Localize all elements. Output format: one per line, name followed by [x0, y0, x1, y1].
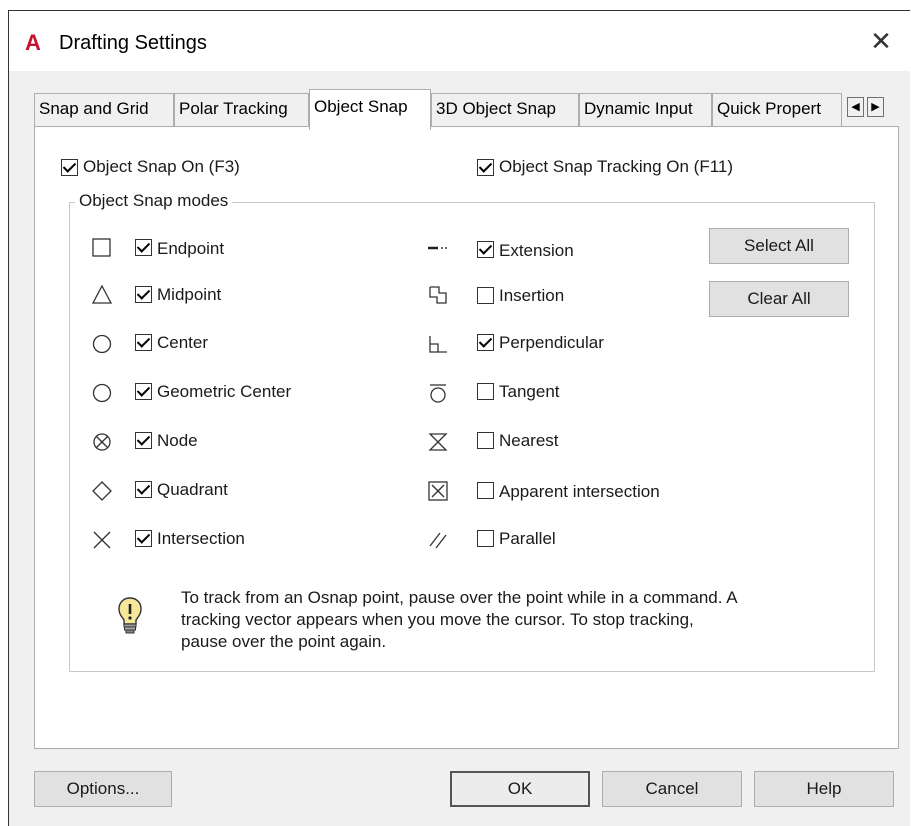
center-icon [91, 333, 113, 355]
midpoint-checkbox[interactable] [135, 286, 152, 303]
quadrant-checkbox[interactable] [135, 481, 152, 498]
endpoint-checkbox[interactable] [135, 239, 152, 256]
tab-snap-and-grid[interactable]: Snap and Grid [34, 93, 174, 127]
intersection-checkbox[interactable] [135, 530, 152, 547]
ok-button[interactable]: OK [450, 771, 590, 807]
nearest-checkbox[interactable] [477, 432, 494, 449]
insertion-checkbox[interactable] [477, 287, 494, 304]
title-bar: A Drafting Settings ✕ [9, 11, 910, 71]
apparent-intersection-checkbox[interactable] [477, 482, 494, 499]
insertion-icon [427, 284, 449, 306]
tab-quick-properties[interactable]: Quick Propert [712, 93, 842, 127]
app-logo-icon: A [25, 30, 41, 55]
quadrant-label: Quadrant [157, 480, 228, 499]
center-label: Center [157, 333, 209, 352]
help-button[interactable]: Help [754, 771, 894, 807]
geometric-center-icon [91, 382, 113, 404]
endpoint-icon [91, 237, 113, 259]
osnap-on-label: Object Snap On (F3) [83, 157, 240, 176]
parallel-label: Parallel [499, 529, 556, 548]
tab-object-snap[interactable]: Object Snap [309, 89, 431, 130]
nearest-label: Nearest [499, 431, 559, 450]
extension-checkbox[interactable] [477, 241, 494, 258]
tangent-icon [427, 382, 449, 404]
tangent-label: Tangent [499, 382, 560, 401]
clear-all-button[interactable]: Clear All [709, 281, 849, 317]
geometric-center-label: Geometric Center [157, 382, 292, 401]
node-label: Node [157, 431, 198, 450]
perpendicular-label: Perpendicular [499, 333, 604, 352]
tab-dynamic-input[interactable]: Dynamic Input [579, 93, 712, 127]
midpoint-icon [91, 284, 113, 306]
close-button[interactable]: ✕ [864, 25, 898, 59]
midpoint-label: Midpoint [157, 285, 222, 304]
perpendicular-icon [427, 333, 449, 355]
center-checkbox[interactable] [135, 334, 152, 351]
geometric-center-checkbox[interactable] [135, 383, 152, 400]
parallel-checkbox[interactable] [477, 530, 494, 547]
info-line-2: tracking vector appears when you move th… [181, 610, 694, 629]
endpoint-label: Endpoint [157, 239, 225, 258]
options-button[interactable]: Options... [34, 771, 172, 807]
apparent-intersection-label: Apparent intersection [499, 482, 660, 501]
object-snap-modes-title: Object Snap modes [75, 190, 233, 212]
lightbulb-icon [117, 596, 143, 636]
tracking-on-label: Object Snap Tracking On (F11) [499, 157, 734, 176]
tab-polar-tracking[interactable]: Polar Tracking [174, 93, 309, 127]
object-snap-panel: Object Snap On (F3) Object Snap Tracking… [34, 126, 899, 749]
tab-3d-object-snap[interactable]: 3D Object Snap [431, 93, 579, 127]
apparent-intersection-icon [427, 480, 449, 502]
nearest-icon [427, 431, 449, 453]
insertion-label: Insertion [499, 286, 565, 305]
intersection-label: Intersection [157, 529, 245, 548]
quadrant-icon [91, 480, 113, 502]
parallel-icon [427, 529, 449, 551]
drafting-settings-dialog: A Drafting Settings ✕ Snap and Grid Pola… [8, 10, 910, 826]
tracking-on-checkbox[interactable] [477, 159, 494, 176]
tracking-info-text: To track from an Osnap point, pause over… [181, 587, 821, 653]
extension-label: Extension [499, 241, 574, 260]
extension-icon [427, 237, 449, 259]
tab-scroll-right-button[interactable]: ▶ [867, 97, 884, 117]
cancel-button[interactable]: Cancel [602, 771, 742, 807]
intersection-icon [91, 529, 113, 551]
node-checkbox[interactable] [135, 432, 152, 449]
dialog-title: Drafting Settings [59, 32, 207, 54]
tangent-checkbox[interactable] [477, 383, 494, 400]
info-line-3: pause over the point again. [181, 632, 387, 651]
tab-scroll-left-button[interactable]: ◀ [847, 97, 864, 117]
osnap-on-checkbox[interactable] [61, 159, 78, 176]
select-all-button[interactable]: Select All [709, 228, 849, 264]
info-line-1: To track from an Osnap point, pause over… [181, 588, 738, 607]
perpendicular-checkbox[interactable] [477, 334, 494, 351]
node-icon [91, 431, 113, 453]
